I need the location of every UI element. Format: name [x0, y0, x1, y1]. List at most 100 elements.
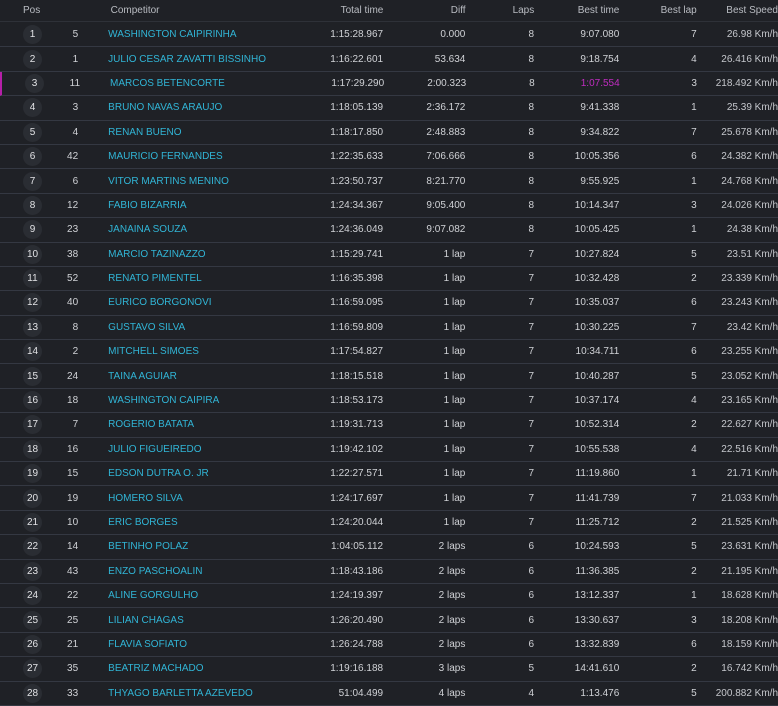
total-time: 1:24:17.697 — [330, 492, 384, 504]
diff: 1 lap — [443, 273, 466, 285]
car-number: 4 — [72, 126, 79, 138]
table-row: 7 6 VITOR MARTINS MENINO 1:23:50.737 8:2… — [0, 169, 778, 194]
best-speed: 21.195 Km/h — [721, 565, 778, 577]
competitor-link[interactable]: GUSTAVO SILVA — [108, 322, 185, 333]
table-row: 25 25 LILIAN CHAGAS 1:26:20.490 2 laps 6… — [0, 608, 778, 633]
best-lap: 1 — [691, 224, 697, 236]
best-speed: 23.42 Km/h — [726, 321, 778, 333]
competitor-link[interactable]: EURICO BORGONOVI — [108, 297, 211, 308]
pos-cell: 19 — [0, 464, 65, 484]
best-time: 10:35.037 — [574, 297, 620, 309]
car-number: 14 — [67, 541, 79, 553]
competitor-link[interactable]: ALINE GORGULHO — [108, 590, 198, 601]
best-time: 10:27.824 — [574, 248, 620, 260]
best-lap: 1 — [691, 468, 697, 480]
best-time: 10:55.538 — [574, 443, 620, 455]
competitor-link[interactable]: BEATRIZ MACHADO — [108, 663, 203, 674]
best-speed: 23.339 Km/h — [721, 273, 778, 285]
laps: 8 — [528, 126, 535, 138]
position-badge: 16 — [23, 391, 42, 411]
header-competitor[interactable]: Competitor — [65, 5, 303, 16]
competitor-link[interactable]: RENATO PIMENTEL — [108, 273, 202, 284]
competitor-link[interactable]: BETINHO POLAZ — [108, 541, 188, 552]
competitor-link[interactable]: FABIO BIZARRIA — [108, 200, 186, 211]
best-speed: 25.678 Km/h — [721, 126, 778, 138]
position-badge: 6 — [23, 147, 42, 167]
competitor-link[interactable]: RENAN BUENO — [108, 127, 181, 138]
pos-cell: 25 — [0, 610, 65, 630]
diff: 2:00.323 — [427, 77, 467, 89]
competitor-link[interactable]: JULIO CESAR ZAVATTI BISSINHO — [108, 54, 266, 65]
total-time: 1:17:29.290 — [331, 77, 385, 89]
competitor-link[interactable]: HOMERO SILVA — [108, 493, 183, 504]
position-badge: 27 — [23, 659, 42, 679]
header-best-speed[interactable]: Best Speed — [697, 5, 778, 16]
best-speed: 21.033 Km/h — [721, 492, 778, 504]
best-lap: 3 — [691, 199, 697, 211]
best-lap: 2 — [691, 273, 697, 285]
position-badge: 14 — [23, 342, 42, 362]
position-badge: 21 — [23, 513, 42, 532]
header-laps[interactable]: Laps — [466, 5, 535, 16]
competitor-link[interactable]: THYAGO BARLETTA AZEVEDO — [108, 688, 253, 699]
car-number: 25 — [67, 614, 79, 626]
best-speed: 23.165 Km/h — [721, 395, 778, 407]
diff: 7:06.666 — [426, 151, 466, 163]
total-time: 1:19:16.188 — [330, 663, 384, 675]
table-row: 16 18 WASHINGTON CAIPIRA 1:18:53.173 1 l… — [0, 389, 778, 414]
table-row: 24 22 ALINE GORGULHO 1:24:19.397 2 laps … — [0, 584, 778, 609]
best-lap: 4 — [691, 443, 697, 455]
total-time: 1:24:20.044 — [330, 517, 384, 528]
competitor-link[interactable]: ROGERIO BATATA — [108, 419, 194, 430]
header-pos[interactable]: Pos — [0, 5, 65, 16]
table-row: 12 40 EURICO BORGONOVI 1:16:59.095 1 lap… — [0, 291, 778, 316]
competitor-link[interactable]: LILIAN CHAGAS — [108, 615, 184, 626]
header-diff[interactable]: Diff — [383, 5, 466, 16]
competitor-link[interactable]: MAURICIO FERNANDES — [108, 151, 222, 162]
competitor-link[interactable]: MITCHELL SIMOES — [108, 346, 199, 357]
competitor-link[interactable]: JANAINA SOUZA — [108, 224, 187, 235]
table-row: 5 4 RENAN BUENO 1:18:17.850 2:48.883 8 9… — [0, 121, 778, 145]
table-row: 26 21 FLAVIA SOFIATO 1:26:24.788 2 laps … — [0, 633, 778, 658]
competitor-link[interactable]: WASHINGTON CAIPIRINHA — [108, 29, 236, 40]
best-time: 13:32.839 — [574, 638, 620, 650]
competitor-link[interactable]: FLAVIA SOFIATO — [108, 639, 187, 650]
pos-cell: 7 — [0, 171, 65, 191]
header-best-time[interactable]: Best time — [534, 5, 620, 16]
laps: 6 — [528, 565, 535, 577]
competitor-link[interactable]: ENZO PASCHOALIN — [108, 566, 202, 577]
table-row: 1 5 WASHINGTON CAIPIRINHA 1:15:28.967 0.… — [0, 23, 778, 48]
pos-cell: 11 — [0, 269, 65, 289]
competitor-link[interactable]: EDSON DUTRA O. JR — [108, 468, 209, 479]
competitor-link[interactable]: MARCOS BETENCORTE — [110, 78, 225, 89]
competitor-link[interactable]: ERIC BORGES — [108, 517, 177, 528]
car-number: 33 — [67, 687, 79, 699]
diff: 1 lap — [443, 419, 466, 431]
car-number: 7 — [72, 419, 79, 431]
header-total-time[interactable]: Total time — [302, 5, 384, 16]
diff: 1 lap — [443, 443, 466, 455]
competitor-link[interactable]: WASHINGTON CAIPIRA — [108, 395, 219, 406]
laps: 7 — [528, 321, 535, 333]
competitor-link[interactable]: TAINA AGUIAR — [108, 371, 177, 382]
table-row: 10 38 MARCIO TAZINAZZO 1:15:29.741 1 lap… — [0, 243, 778, 267]
competitor-link[interactable]: BRUNO NAVAS ARAUJO — [108, 102, 222, 113]
best-speed: 21.525 Km/h — [721, 517, 778, 528]
total-time: 1:19:42.102 — [330, 443, 384, 455]
laps: 7 — [528, 346, 535, 358]
laps: 7 — [528, 395, 535, 407]
pos-cell: 21 — [0, 513, 65, 532]
competitor-cell: WASHINGTON CAIPIRINHA — [78, 29, 302, 40]
competitor-link[interactable]: VITOR MARTINS MENINO — [108, 176, 229, 187]
total-time: 1:22:27.571 — [330, 468, 384, 480]
laps: 6 — [528, 614, 535, 626]
competitor-link[interactable]: MARCIO TAZINAZZO — [108, 249, 205, 260]
position-badge: 24 — [23, 586, 42, 606]
best-lap: 4 — [691, 395, 697, 407]
table-row: 8 12 FABIO BIZARRIA 1:24:34.367 9:05.400… — [0, 194, 778, 219]
header-best-lap[interactable]: Best lap — [619, 5, 697, 16]
competitor-link[interactable]: JULIO FIGUEIREDO — [108, 444, 201, 455]
pos-cell: 6 — [0, 147, 65, 167]
pos-cell: 16 — [0, 391, 65, 411]
best-time: 10:30.225 — [574, 321, 620, 333]
